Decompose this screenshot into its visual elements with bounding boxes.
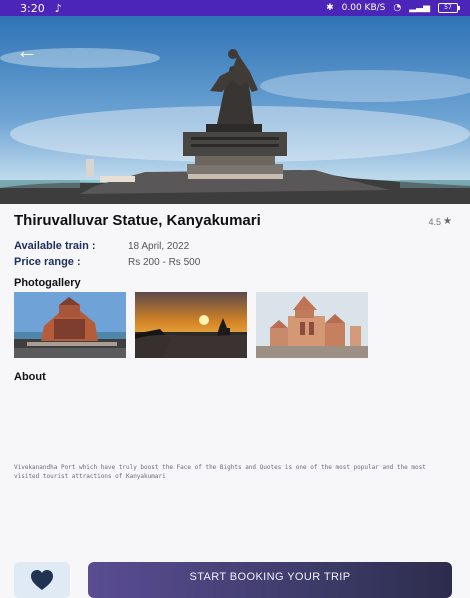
train-row: Available train : 18 April, 2022 — [14, 240, 189, 252]
about-description: Vivekanandha Port which have truly boost… — [14, 464, 426, 480]
gallery-photo-memorial[interactable] — [14, 292, 126, 358]
memorial-image — [14, 292, 126, 358]
battery-icon: 57 — [438, 3, 460, 13]
statue-photo — [0, 16, 470, 204]
train-label: Available train : — [14, 240, 96, 252]
price-value: Rs 200 - Rs 500 — [128, 256, 201, 268]
status-right-group: ✱ 0.00 KB/S ◔ ▂▃▅ 57 — [326, 3, 460, 13]
gallery-photo-temple[interactable] — [256, 292, 368, 358]
bluetooth-icon: ✱ — [326, 3, 334, 13]
about-title: About — [14, 371, 46, 383]
sunset-image — [135, 292, 247, 358]
status-time: 3:20 — [20, 1, 45, 15]
place-title: Thiruvalluvar Statue, Kanyakumari — [14, 212, 261, 229]
heart-icon — [31, 570, 53, 590]
network-speed: 0.00 KB/S — [341, 3, 386, 13]
price-label: Price range : — [14, 256, 81, 268]
music-note-icon: ♪ — [54, 1, 62, 15]
wifi-icon: ◔ — [393, 3, 402, 13]
temple-image — [256, 292, 368, 358]
arrow-left-icon: ← — [16, 38, 38, 63]
status-bar: 3:20 ♪ ✱ 0.00 KB/S ◔ ▂▃▅ 57 — [0, 0, 470, 16]
start-booking-button[interactable]: START BOOKING YOUR TRIP — [88, 562, 452, 598]
gallery-title: Photogallery — [14, 277, 81, 289]
status-left-group: 3:20 ♪ — [20, 2, 62, 15]
back-button[interactable]: ← — [16, 40, 40, 62]
favorite-button[interactable] — [14, 562, 70, 598]
price-row: Price range : Rs 200 - Rs 500 — [14, 256, 200, 268]
rating: 4.5 ★ — [429, 216, 452, 227]
photo-gallery — [14, 292, 368, 358]
hero-image: ← — [0, 16, 470, 204]
gallery-photo-sunset[interactable] — [135, 292, 247, 358]
star-icon: ★ — [443, 216, 452, 227]
signal-icon: ▂▃▅ — [409, 3, 430, 13]
rating-value: 4.5 — [428, 216, 442, 227]
train-value: 18 April, 2022 — [128, 240, 190, 252]
